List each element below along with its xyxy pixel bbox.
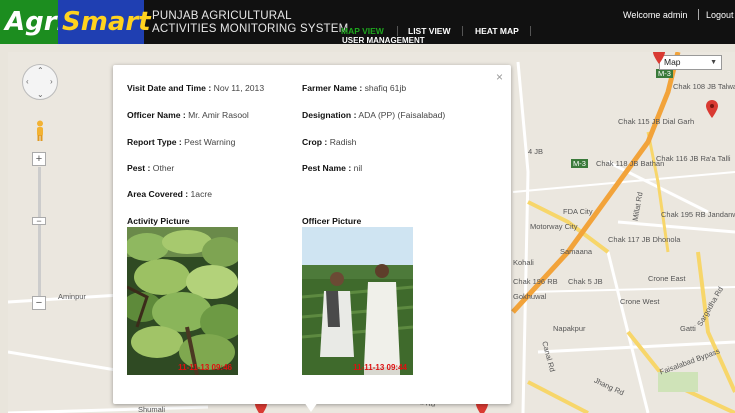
- activity-photo-image: [127, 227, 238, 375]
- map-type-value: Map: [664, 57, 681, 67]
- report-type-value: Pest Warning: [184, 137, 236, 147]
- farmer-name-value: shafiq 61jb: [364, 83, 407, 93]
- pest-field: Pest : Other: [127, 163, 174, 173]
- area-covered-value: 1acre: [190, 189, 213, 199]
- map-label: Chak 108 JB Talwandi: [673, 82, 735, 91]
- visit-date-value: Nov 11, 2013: [213, 83, 265, 93]
- chevron-down-icon: ▼: [710, 59, 717, 66]
- officer-photo-image: [302, 227, 413, 375]
- zoom-slider-handle[interactable]: −: [32, 217, 46, 226]
- app-root: Agri Smart PUNJAB AGRICULTURAL ACTIVITIE…: [0, 0, 735, 413]
- pest-name-label: Pest Name :: [302, 163, 352, 173]
- officer-photo[interactable]: 11-11-13 09:44: [302, 227, 413, 375]
- motorway-badge: M-3: [656, 69, 673, 78]
- top-header: Agri Smart PUNJAB AGRICULTURAL ACTIVITIE…: [0, 0, 735, 45]
- motorway-badge: M-3: [571, 159, 588, 168]
- pest-name-field: Pest Name : nil: [302, 163, 362, 173]
- area-covered-field: Area Covered : 1acre: [127, 189, 212, 199]
- nav-divider: [397, 26, 398, 36]
- map-label: Crone East: [648, 274, 686, 283]
- crop-value: Radish: [329, 137, 357, 147]
- officer-name-value: Mr. Amir Rasool: [188, 110, 249, 120]
- map-label: Samaana: [560, 247, 593, 256]
- pan-left-icon[interactable]: ‹: [26, 77, 29, 86]
- welcome-text: Welcome admin: [623, 10, 688, 20]
- pest-value: Other: [152, 163, 175, 173]
- system-title-line1: PUNJAB AGRICULTURAL: [152, 10, 292, 22]
- designation-label: Designation :: [302, 110, 357, 120]
- close-icon[interactable]: ×: [496, 70, 503, 84]
- activity-picture-title: Activity Picture: [127, 216, 190, 226]
- map-label: Shumali: [138, 405, 166, 413]
- nav-heat-map[interactable]: HEAT MAP: [475, 26, 519, 36]
- map-label: Kohali: [513, 258, 534, 267]
- map-label: FDA City: [563, 207, 593, 216]
- map-label: Chak 117 JB Dhonola: [608, 235, 681, 244]
- header-divider: [698, 9, 699, 20]
- nav-divider: [530, 26, 531, 36]
- designation-field: Designation : ADA (PP) (Faisalabad): [302, 110, 445, 120]
- crop-label: Crop :: [302, 137, 328, 147]
- report-type-label: Report Type :: [127, 137, 182, 147]
- officer-picture-title: Officer Picture: [302, 216, 362, 226]
- pegman-icon[interactable]: [35, 120, 45, 142]
- pan-up-icon[interactable]: ⌃: [37, 66, 44, 75]
- activity-photo-timestamp: 11-11-13 09:46: [178, 363, 232, 372]
- crop-field: Crop : Radish: [302, 137, 356, 147]
- visit-date-label: Visit Date and Time :: [127, 83, 212, 93]
- pan-right-icon[interactable]: ›: [50, 77, 53, 86]
- map-label: Crone West: [620, 297, 660, 306]
- map-label: Chak 116 JB Ra'a Talli: [656, 154, 731, 163]
- map-label: Gatti: [680, 324, 696, 333]
- map-label: 4 JB: [528, 147, 544, 156]
- officer-name-label: Officer Name :: [127, 110, 186, 120]
- zoom-slider-track[interactable]: [38, 167, 41, 297]
- farmer-name-label: Farmer Name :: [302, 83, 363, 93]
- logo-agri: Agri: [0, 0, 65, 44]
- zoom-in-button[interactable]: +: [32, 152, 46, 166]
- nav-divider: [462, 26, 463, 36]
- map-label: Aminpur: [58, 292, 86, 301]
- designation-value: ADA (PP) (Faisalabad): [358, 110, 446, 120]
- map-marker-icon[interactable]: [706, 100, 718, 118]
- officer-photo-timestamp: 11-11-13 09:44: [353, 363, 407, 372]
- map-label: Chak 118 JB Bathan: [596, 159, 665, 168]
- pest-label: Pest :: [127, 163, 151, 173]
- nav-user-management[interactable]: USER MANAGEMENT: [342, 36, 425, 45]
- nav-list-view[interactable]: LIST VIEW: [408, 26, 451, 36]
- report-type-field: Report Type : Pest Warning: [127, 137, 235, 147]
- logout-link[interactable]: Logout: [706, 10, 734, 20]
- area-covered-label: Area Covered :: [127, 189, 189, 199]
- info-window-pointer: [304, 402, 318, 412]
- logo-smart: Smart: [58, 0, 151, 44]
- pest-name-value: nil: [353, 163, 363, 173]
- map-label: Chak 195 RB Jandanwala: [661, 210, 735, 219]
- map-label: Chak 5 JB: [568, 277, 603, 286]
- system-title: PUNJAB AGRICULTURAL ACTIVITIES MONITORIN…: [152, 10, 348, 36]
- zoom-out-button[interactable]: −: [32, 296, 46, 310]
- info-window: × Visit Date and Time : Nov 11, 2013 Far…: [113, 65, 511, 404]
- pan-control[interactable]: ⌃ ⌄ ‹ ›: [22, 64, 58, 100]
- map-type-select[interactable]: Map ▼: [659, 55, 722, 70]
- map-label: Chak 196 RB: [513, 277, 558, 286]
- pan-down-icon[interactable]: ⌄: [37, 90, 44, 99]
- map-label: Gokhuwal: [513, 292, 547, 301]
- map-label: Napakpur: [553, 324, 586, 333]
- system-title-line2: ACTIVITIES MONITORING SYSTEM: [152, 23, 349, 35]
- map-marker-icon[interactable]: [653, 52, 665, 64]
- visit-date-field: Visit Date and Time : Nov 11, 2013: [127, 83, 264, 93]
- activity-photo[interactable]: 11-11-13 09:46: [127, 227, 238, 375]
- map-label: Chak 115 JB Dial Garh: [618, 117, 695, 126]
- map-label: Motorway City: [530, 222, 578, 231]
- farmer-name-field: Farmer Name : shafiq 61jb: [302, 83, 406, 93]
- nav-map-view[interactable]: MAP VIEW: [341, 26, 384, 36]
- officer-name-field: Officer Name : Mr. Amir Rasool: [127, 110, 249, 120]
